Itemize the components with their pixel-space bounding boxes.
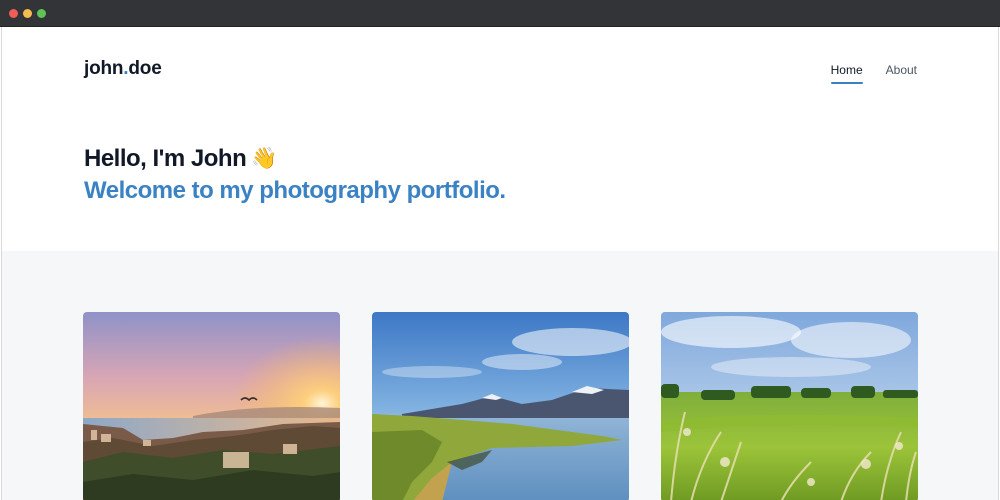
nav-link-home[interactable]: Home (830, 63, 863, 84)
page: john.doe Home About Hello, I'm John 👋 We… (1, 27, 999, 500)
logo-text-first: john (84, 58, 124, 79)
minimize-window-button[interactable] (23, 9, 32, 18)
photo-card-mountain-lake[interactable] (372, 312, 629, 500)
mountain-lake-image (372, 312, 629, 500)
photo-gallery (2, 251, 998, 500)
green-meadow-image (661, 312, 918, 500)
hero-greeting: Hello, I'm John (84, 145, 247, 172)
browser-window-bar (0, 0, 1000, 27)
hero-subtitle: Welcome to my photography portfolio. (84, 177, 506, 204)
site-logo[interactable]: john.doe (84, 58, 162, 80)
city-sunset-image (83, 312, 340, 500)
logo-text-second: doe (128, 58, 162, 79)
main-nav: Home About (830, 63, 917, 84)
photo-card-city-sunset[interactable] (83, 312, 340, 500)
close-window-button[interactable] (9, 9, 18, 18)
hero-title: Hello, I'm John 👋 (84, 145, 506, 173)
hero: Hello, I'm John 👋 Welcome to my photogra… (84, 145, 506, 205)
photo-card-green-meadow[interactable] (661, 312, 918, 500)
maximize-window-button[interactable] (37, 9, 46, 18)
nav-link-about[interactable]: About (886, 63, 917, 83)
waving-hand-icon: 👋 (251, 147, 277, 170)
